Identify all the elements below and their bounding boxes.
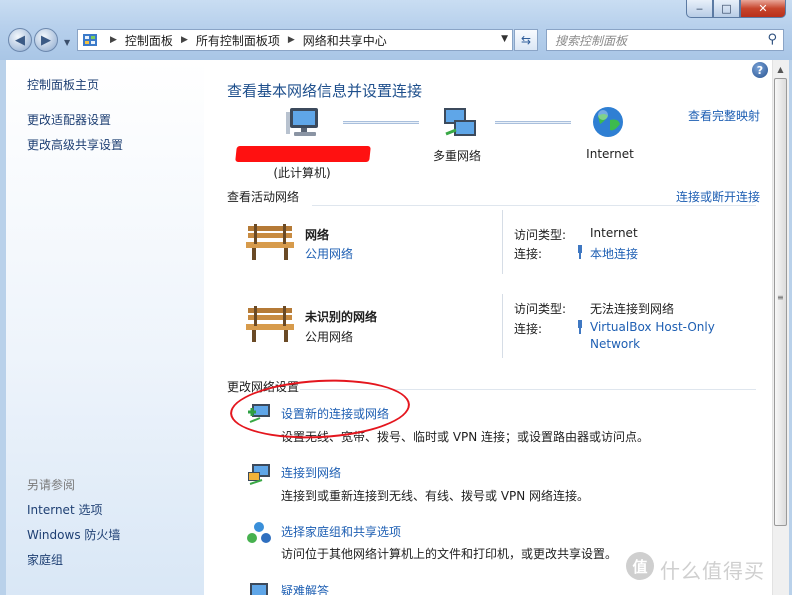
ethernet-connection-icon	[578, 245, 582, 259]
redaction-mark	[235, 146, 371, 162]
homegroup-options-link[interactable]: 选择家庭组和共享选项	[281, 523, 401, 540]
virtualbox-connection-link[interactable]: VirtualBox Host-Only	[590, 320, 715, 334]
network-divider	[502, 210, 503, 274]
view-full-map-link[interactable]: 查看完整映射	[688, 107, 760, 124]
this-computer-label: (此计算机)	[273, 166, 331, 180]
breadcrumb-separator-icon: ▶	[180, 35, 188, 45]
active-networks-heading: 查看活动网络	[227, 190, 300, 204]
access-type-key: 访问类型:	[514, 302, 567, 316]
connect-to-network-desc: 连接到或重新连接到无线、有线、拨号或 VPN 网络连接。	[281, 489, 590, 503]
homegroup-sharing-icon	[247, 522, 271, 543]
search-input[interactable]: 搜索控制面板 ⚲	[546, 29, 784, 51]
virtualbox-connection-link-line2[interactable]: Network	[590, 337, 640, 351]
map-connector	[343, 121, 419, 124]
address-bar[interactable]: ▶ 控制面板 ▶ 所有控制面板项 ▶ 网络和共享中心 ▼	[77, 29, 513, 51]
troubleshoot-link[interactable]: 疑难解答	[281, 582, 329, 595]
forward-button[interactable]: ▶	[34, 28, 58, 52]
connection-key: 连接:	[514, 322, 543, 336]
see-also-homegroup[interactable]: 家庭组	[27, 551, 63, 568]
scrollbar-thumb[interactable]	[774, 78, 787, 526]
access-type-key: 访问类型:	[514, 228, 567, 242]
connect-to-network-link[interactable]: 连接到网络	[281, 464, 341, 481]
minimize-button[interactable]: ‒	[686, 0, 713, 18]
network-type-label: 公用网络	[305, 330, 354, 344]
public-network-bench-icon	[246, 306, 294, 342]
breadcrumb-separator-icon: ▶	[287, 35, 295, 45]
network-name: 网络	[305, 228, 330, 242]
address-dropdown-icon[interactable]: ▼	[501, 34, 508, 44]
network-type-link[interactable]: 公用网络	[305, 245, 353, 262]
refresh-button[interactable]: ⇆	[514, 29, 538, 51]
internet-globe-icon	[593, 107, 623, 137]
back-button[interactable]: ◀	[8, 28, 32, 52]
connect-disconnect-link[interactable]: 连接或断开连接	[676, 188, 760, 205]
scroll-up-icon[interactable]: ▲	[772, 61, 789, 77]
maximize-button[interactable]: □	[713, 0, 740, 18]
access-type-value: Internet	[590, 226, 638, 240]
multiple-networks-icon	[444, 108, 476, 136]
sidebar-link-adapter-settings[interactable]: 更改适配器设置	[27, 111, 111, 128]
sidebar-link-advanced-sharing[interactable]: 更改高级共享设置	[27, 136, 123, 153]
local-connection-link[interactable]: 本地连接	[590, 245, 638, 262]
section-divider	[312, 205, 756, 206]
history-dropdown-icon[interactable]: ▼	[64, 38, 70, 47]
internet-label[interactable]: Internet	[578, 147, 642, 161]
multiple-networks-label[interactable]: 多重网络	[420, 147, 494, 164]
search-placeholder: 搜索控制面板	[555, 33, 628, 48]
network-name: 未识别的网络	[305, 310, 378, 324]
breadcrumb-separator-icon: ▶	[110, 35, 117, 45]
troubleshoot-icon	[250, 583, 268, 595]
search-icon[interactable]: ⚲	[767, 32, 777, 47]
caption-buttons: ‒ □ ✕	[686, 0, 786, 18]
see-also-internet-options[interactable]: Internet 选项	[27, 501, 102, 518]
breadcrumb-control-panel[interactable]: 控制面板	[125, 32, 173, 49]
scrollbar-grip-icon: ≡	[777, 293, 784, 302]
map-connector	[495, 121, 571, 124]
homegroup-options-desc: 访问位于其他网络计算机上的文件和打印机，或更改共享设置。	[281, 547, 618, 561]
see-also-heading: 另请参阅	[27, 478, 76, 492]
watermark-text: 什么值得买	[660, 559, 765, 583]
see-also-firewall[interactable]: Windows 防火墙	[27, 526, 120, 543]
computer-icon	[286, 108, 318, 136]
sidebar-link-home[interactable]: 控制面板主页	[27, 76, 99, 93]
breadcrumb-network-center[interactable]: 网络和共享中心	[303, 32, 387, 49]
network-divider	[502, 294, 503, 358]
control-panel-icon	[83, 34, 97, 46]
help-icon[interactable]: ?	[752, 62, 768, 78]
breadcrumb-all-items[interactable]: 所有控制面板项	[196, 32, 280, 49]
ethernet-connection-icon	[578, 320, 582, 334]
close-button[interactable]: ✕	[740, 0, 786, 18]
public-network-bench-icon	[246, 224, 294, 260]
connect-to-network-icon	[248, 464, 270, 485]
page-title: 查看基本网络信息并设置连接	[227, 82, 423, 100]
connection-key: 连接:	[514, 247, 543, 261]
watermark-logo: 值	[626, 552, 654, 580]
access-type-value: 无法连接到网络	[590, 302, 675, 316]
